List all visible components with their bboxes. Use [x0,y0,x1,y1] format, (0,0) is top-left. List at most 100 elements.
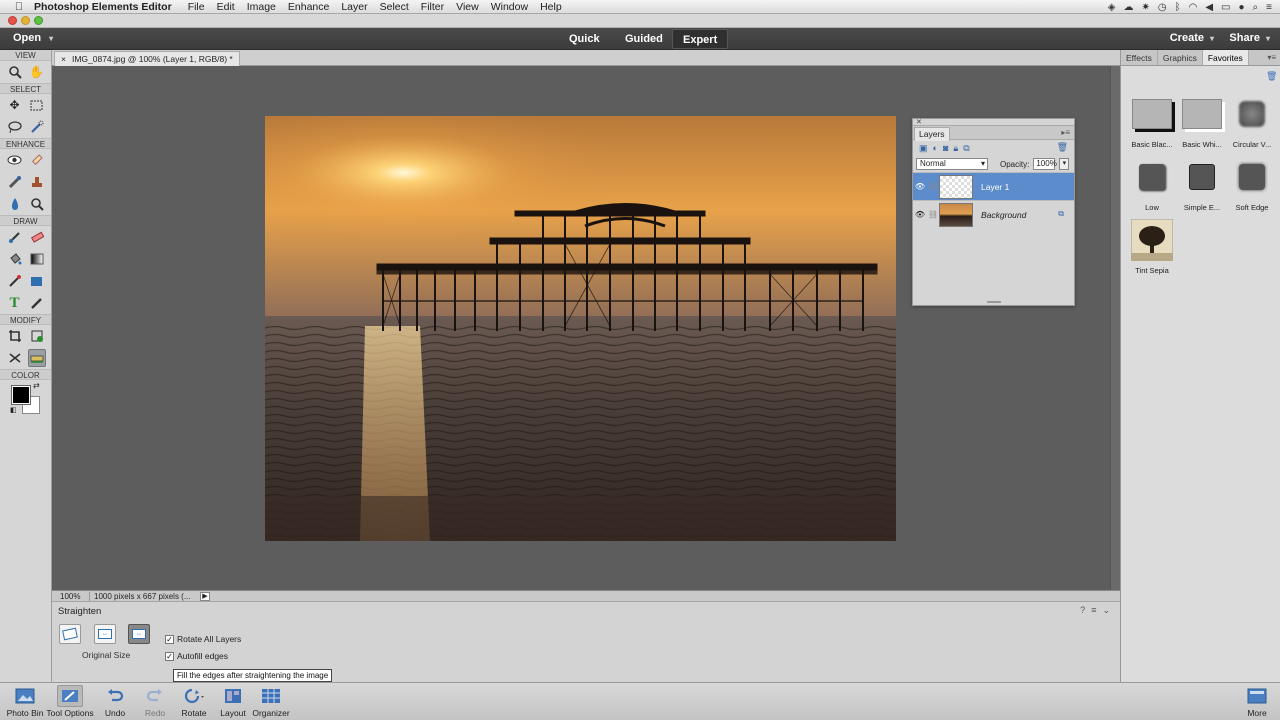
visibility-eye-icon[interactable]: 👁︎ [913,182,927,191]
original-size-button[interactable]: ↔ [128,624,150,644]
move-tool-icon[interactable]: ✥ [6,96,24,114]
share-button[interactable]: Share ▾ [1229,32,1270,44]
link-icon[interactable]: ⛓︎ [927,210,939,219]
menu-select[interactable]: Select [380,1,409,13]
tool-options-button[interactable]: Tool Options [45,685,95,718]
smart-brush-icon[interactable] [6,173,24,191]
shield-icon[interactable]: ◈ [1108,2,1116,13]
minimize-window-button[interactable] [21,16,30,25]
remove-background-button[interactable]: ↔ [94,624,116,644]
photo-bin-button[interactable]: Photo Bin [0,685,50,718]
menu-edit[interactable]: Edit [217,1,235,13]
favorite-basic-white[interactable]: Basic Whi... [1177,92,1227,149]
menu-image[interactable]: Image [247,1,276,13]
brush-tool-icon[interactable] [6,228,24,246]
time-machine-icon[interactable]: ◷ [1158,2,1167,13]
organizer-button[interactable]: Organizer [246,685,296,718]
cloud-icon[interactable]: ☁ [1123,2,1133,13]
layer-name[interactable]: Background [981,210,1026,220]
clone-stamp-icon[interactable] [28,173,46,191]
text-tool-icon[interactable]: T [6,294,24,312]
favorite-low[interactable]: Low [1127,155,1177,212]
content-aware-move-icon[interactable] [6,349,24,367]
sponge-tool-icon[interactable] [28,195,46,213]
eyedropper-icon[interactable] [6,272,24,290]
tab-close-icon[interactable]: × [61,52,66,66]
pencil-tool-icon[interactable] [28,294,46,312]
tab-expert[interactable]: Expert [672,29,729,49]
paint-bucket-icon[interactable] [6,250,24,268]
trash-icon[interactable]: 🗑︎ [1266,71,1277,81]
eraser-tool-icon[interactable] [28,228,46,246]
layer-mask-icon[interactable]: ◙ [943,143,948,153]
tab-quick[interactable]: Quick [559,29,610,49]
new-layer-icon[interactable]: ▣ [919,143,928,154]
favorite-circular-vignette[interactable]: Circular V... [1227,92,1277,149]
layer-name[interactable]: Layer 1 [981,182,1009,192]
visibility-eye-icon[interactable]: 👁︎ [913,210,927,219]
zoom-window-button[interactable] [34,16,43,25]
volume-icon[interactable]: ◀ [1205,2,1213,13]
menu-file[interactable]: File [188,1,205,13]
rotate-all-layers-option[interactable]: ✓ Rotate All Layers [165,634,241,644]
collapse-icon[interactable]: ⌄ [1102,605,1110,616]
layers-tab[interactable]: Layers [914,127,950,141]
blend-mode-select[interactable]: Normal [916,158,988,170]
menu-window[interactable]: Window [491,1,528,13]
menu-help[interactable]: Help [540,1,562,13]
favorite-simple-edge[interactable]: Simple E... [1177,155,1227,212]
foreground-color-swatch[interactable] [11,385,31,405]
layer-row-background[interactable]: 👁︎ ⛓︎ Background ⧉ [913,200,1074,228]
tab-graphics[interactable]: Graphics [1158,50,1203,65]
opacity-input[interactable]: 100% [1033,158,1057,170]
settings-icon[interactable]: ✷ [1141,2,1149,13]
create-button[interactable]: Create ▾ [1170,32,1214,44]
grow-or-shrink-button[interactable] [59,624,81,644]
shape-tool-icon[interactable] [28,272,46,290]
favorite-soft-edge[interactable]: Soft Edge [1227,155,1277,212]
menu-enhance[interactable]: Enhance [288,1,329,13]
status-menu-arrow-icon[interactable]: ▶ [200,591,210,601]
photo-canvas[interactable] [265,116,896,541]
search-icon[interactable]: ⌕ [1253,2,1259,13]
more-button[interactable]: More [1232,685,1280,718]
tab-effects[interactable]: Effects [1121,50,1158,65]
adjustment-layer-icon[interactable]: ◐ [933,143,938,153]
vertical-scrollbar[interactable] [1110,66,1120,590]
healing-brush-icon[interactable] [28,151,46,169]
tab-favorites[interactable]: Favorites [1202,50,1249,65]
lasso-tool-icon[interactable] [6,118,24,136]
link-icon[interactable]: ⛓︎ [927,182,939,191]
list-icon[interactable]: ≡ [1266,2,1272,13]
rotate-all-layers-checkbox[interactable]: ✓ [165,634,174,644]
document-tab[interactable]: × IMG_0874.jpg @ 100% (Layer 1, RGB/8) * [54,51,240,66]
default-colors-icon[interactable]: ◧ [10,406,17,414]
lock-icon[interactable]: ⧉ [1058,209,1064,219]
open-button[interactable]: Open ▾ [13,32,53,44]
autofill-edges-checkbox[interactable]: ✓ [165,651,174,661]
panel-menu-icon[interactable]: ▸≡ [1061,128,1070,137]
lock-transparency-icon[interactable]: ⧉ [963,143,969,154]
gradient-tool-icon[interactable] [28,250,46,268]
panel-menu-icon[interactable]: ▾≡ [1267,50,1280,65]
user-icon[interactable]: ● [1239,2,1245,13]
crop-tool-icon[interactable] [6,327,24,345]
apple-icon[interactable]:  [12,1,26,13]
quick-selection-tool-icon[interactable] [28,118,46,136]
bluetooth-icon[interactable]: ᛒ [1175,2,1181,13]
battery-icon[interactable]: ▭ [1221,2,1230,13]
layer-row-layer1[interactable]: 👁︎ ⛓︎ Layer 1 [913,172,1074,200]
app-name[interactable]: Photoshop Elements Editor [34,1,172,13]
menu-filter[interactable]: Filter [421,1,444,13]
menu-layer[interactable]: Layer [341,1,367,13]
blur-tool-icon[interactable] [6,195,24,213]
help-icon[interactable]: ? [1080,605,1085,616]
close-window-button[interactable] [8,16,17,25]
straighten-tool-icon[interactable] [27,349,46,367]
tab-guided[interactable]: Guided [615,29,673,49]
menu-view[interactable]: View [456,1,479,13]
panel-resize-grip[interactable] [987,301,1001,303]
wifi-icon[interactable]: ◠ [1189,2,1198,13]
autofill-edges-option[interactable]: ✓ Autofill edges [165,651,228,661]
recompose-tool-icon[interactable] [28,327,46,345]
